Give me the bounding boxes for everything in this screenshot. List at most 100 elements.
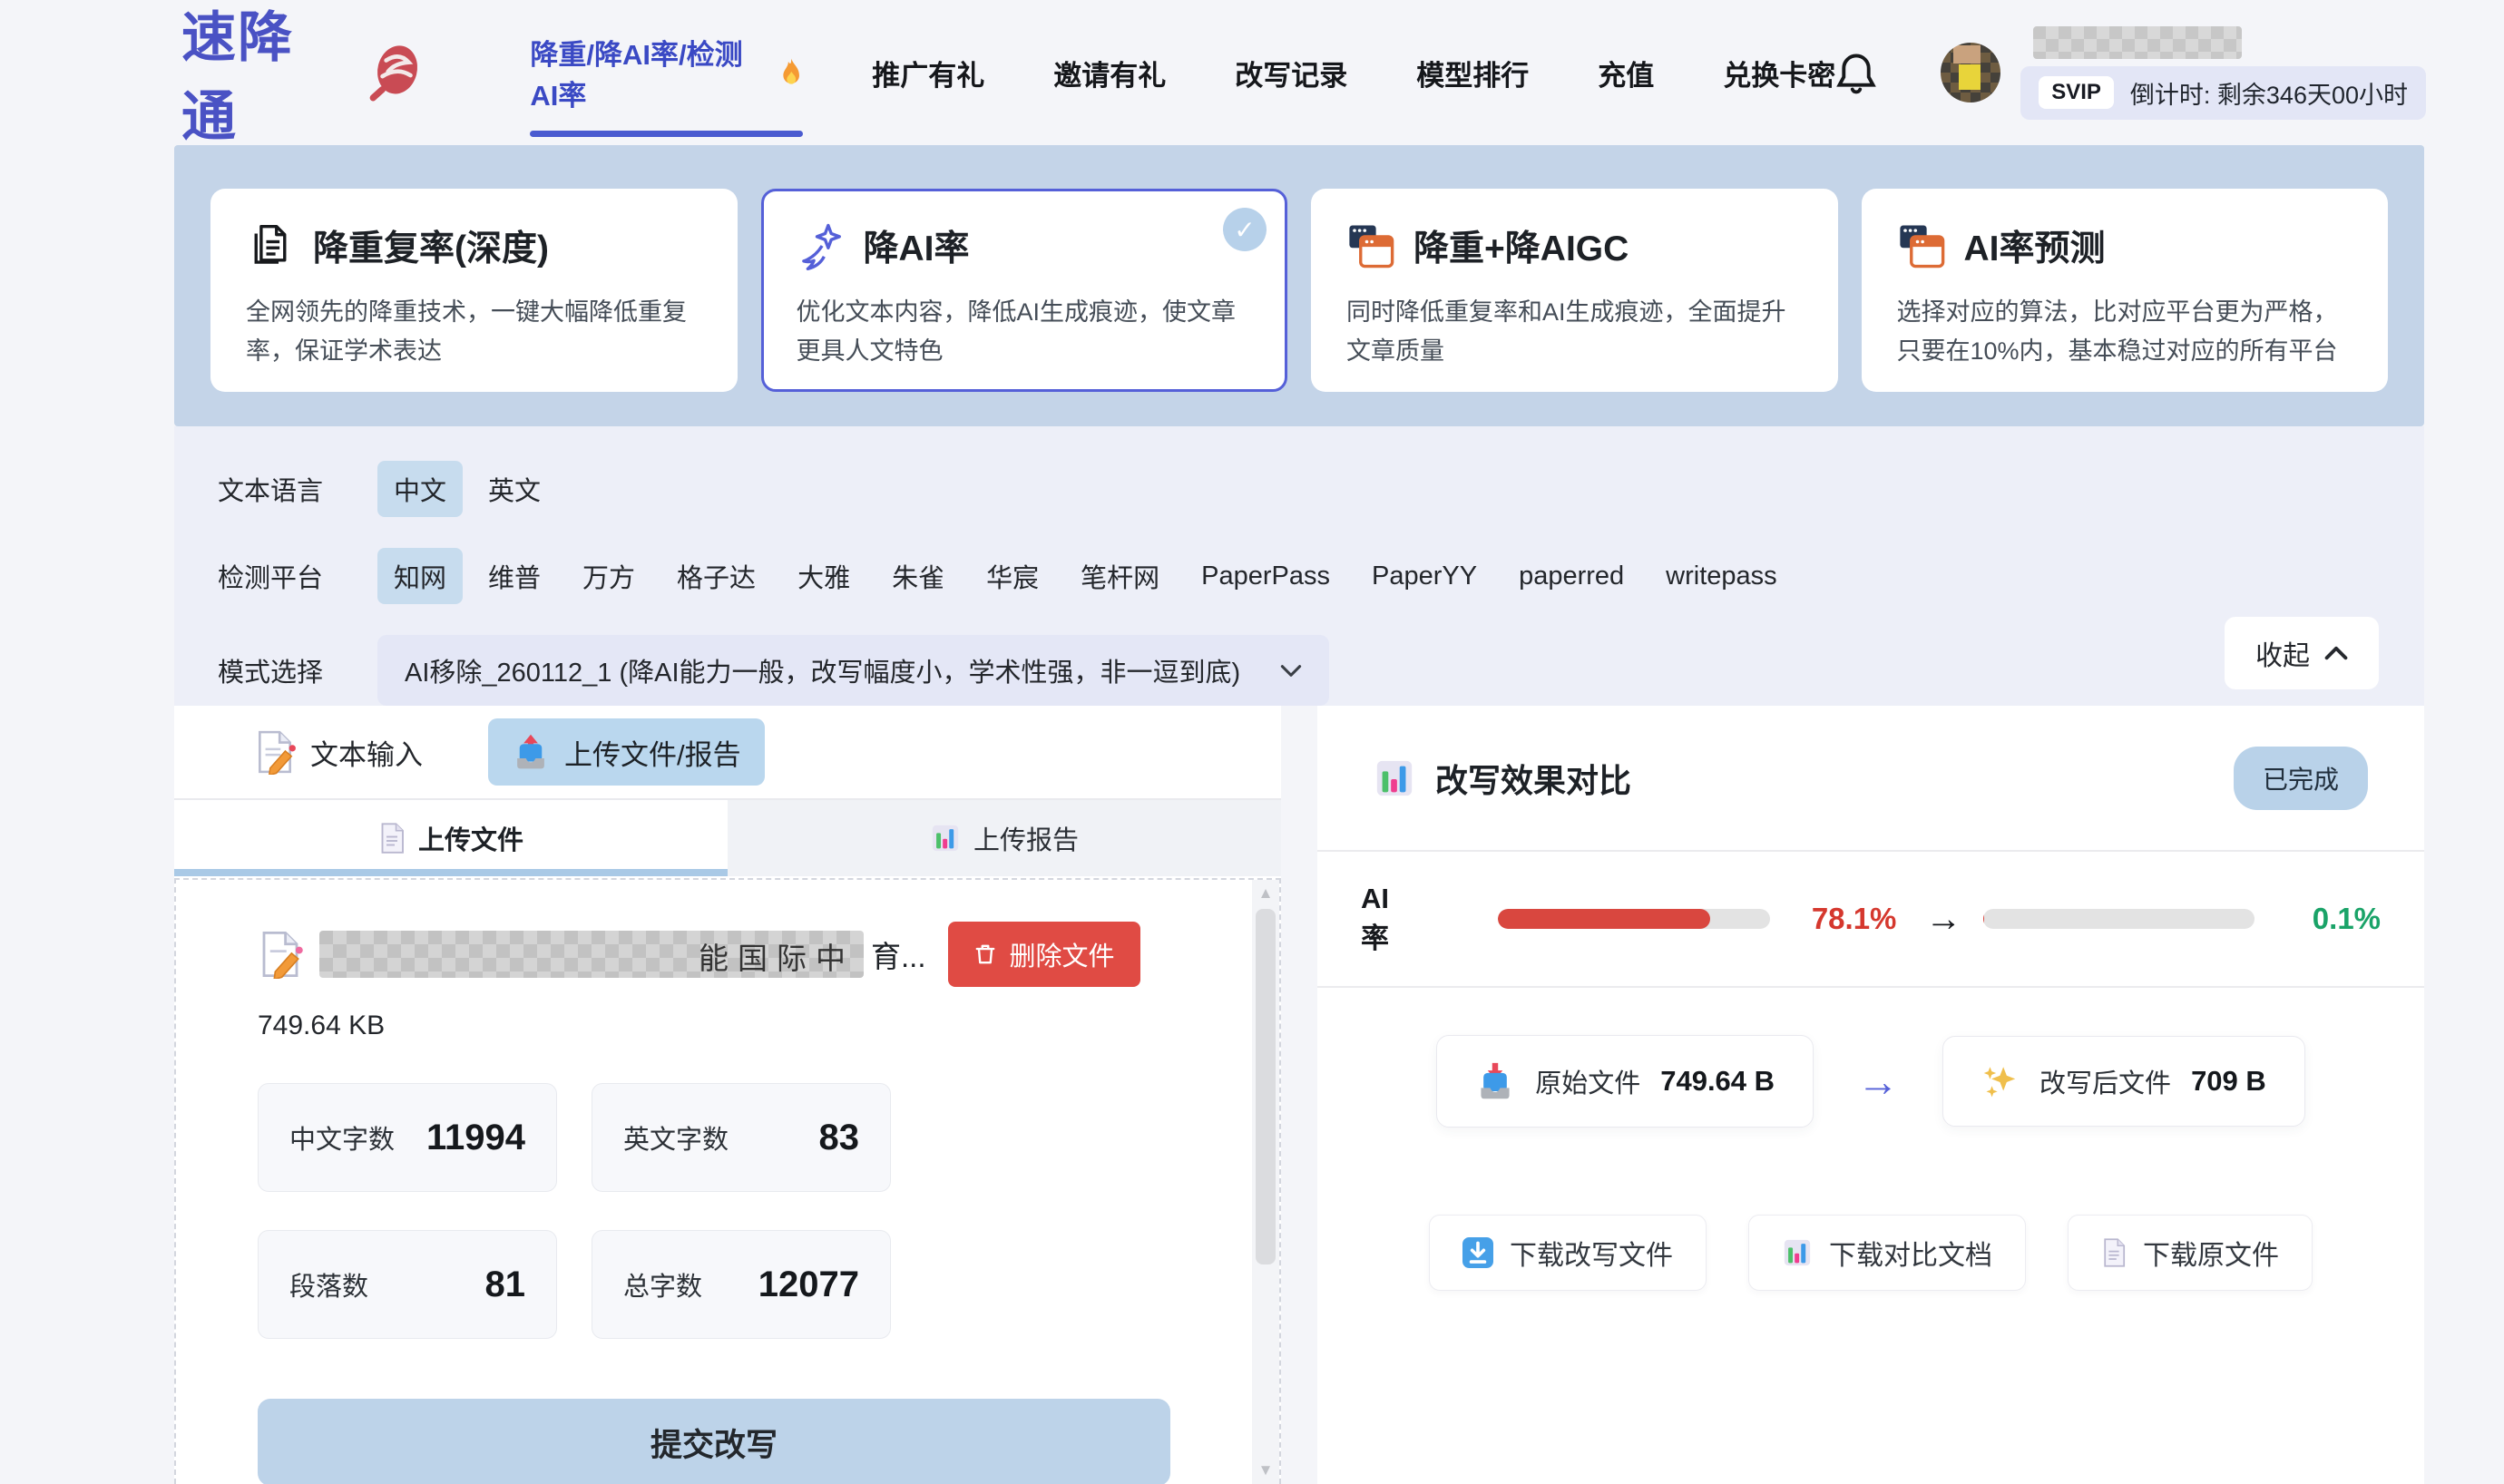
collapse-button[interactable]: 收起: [2225, 617, 2379, 689]
feature-cards-band: 降重复率(深度) 全网领先的降重技术，一键大幅降低重复率，保证学术表达 降AI率…: [174, 145, 2424, 426]
notification-bell-icon[interactable]: [1835, 50, 1877, 95]
download-original-button[interactable]: 下载原文件: [2068, 1215, 2313, 1291]
platform-chip-weipu[interactable]: 维普: [472, 548, 557, 604]
platform-row: 检测平台 知网 维普 万方 格子达 大雅 朱雀 华宸 笔杆网 PaperPass…: [218, 548, 2381, 604]
ai-rate-bar-after: [1983, 909, 2254, 929]
download-compare-button[interactable]: 下载对比文档: [1748, 1215, 2026, 1291]
platform-chip-bigan[interactable]: 笔杆网: [1064, 548, 1176, 604]
app-logo[interactable]: 速降通: [181, 0, 330, 151]
original-file-card[interactable]: 原始文件 749.64 B: [1436, 1035, 1814, 1128]
download-rewritten-button[interactable]: 下载改写文件: [1429, 1215, 1707, 1291]
filters-section: 文本语言 中文 英文 检测平台 知网 维普 万方 格子达 大雅 朱雀 华宸 笔杆…: [174, 426, 2424, 706]
card-desc: 优化文本内容，降低AI生成痕迹，使文章更具人文特色: [797, 293, 1253, 371]
nav-item-recharge[interactable]: 充值: [1598, 53, 1654, 93]
subtab-upload-file[interactable]: 上传文件: [174, 800, 728, 876]
input-mode-tabs: 文本输入 上传文件/报告: [174, 706, 1281, 800]
scroll-down-icon[interactable]: ▼: [1258, 1457, 1274, 1484]
compare-panel: 改写效果对比 已完成 AI率 78.1% → 0.1% 原始文件: [1317, 706, 2424, 1484]
card-title: AI率预测: [1964, 220, 2106, 271]
nav-item-ranking[interactable]: 模型排行: [1416, 53, 1529, 93]
subtab-upload-report[interactable]: 上传报告: [728, 800, 1281, 876]
platform-chip-daya[interactable]: 大雅: [781, 548, 866, 604]
status-badge-done: 已完成: [2234, 747, 2368, 810]
file-name-fragment: 能国际中: [699, 934, 855, 978]
compare-header: 改写效果对比 已完成: [1317, 706, 2424, 852]
language-chip-english[interactable]: 英文: [472, 461, 557, 517]
collapse-label: 收起: [2255, 633, 2310, 673]
top-nav: 速降通 降重/降AI率/检测AI率 推广有礼 邀请有礼 改写记录 模型排行 充值…: [0, 0, 2504, 145]
language-label: 文本语言: [218, 470, 377, 508]
sparkles-icon: [1981, 1062, 2020, 1100]
card-desc: 同时降低重复率和AI生成痕迹，全面提升文章质量: [1346, 293, 1803, 371]
file-name-suffix: 育...: [871, 932, 926, 976]
platform-chip-paperpass[interactable]: PaperPass: [1185, 552, 1346, 600]
file-name-redacted: 能国际中: [319, 931, 864, 978]
logo-swirl-icon: [367, 39, 423, 106]
feature-card-ai-rate-predict[interactable]: AI率预测 选择对应的算法，比对应平台更为严格，只要在10%内，基本稳过对应的所…: [1862, 189, 2389, 392]
card-head: AI率预测: [1897, 220, 2353, 271]
platform-chip-huachen[interactable]: 华宸: [970, 548, 1055, 604]
bar-chart-icon: [930, 823, 961, 854]
comet-icon: [797, 221, 846, 270]
tab-upload-label: 上传文件/报告: [564, 732, 741, 773]
feature-card-reduce-dup-and-aigc[interactable]: 降重+降AIGC 同时降低重复率和AI生成痕迹，全面提升文章质量: [1311, 189, 1838, 392]
arrow-right-icon: →: [1925, 899, 1961, 940]
fire-icon: [779, 55, 803, 90]
browser-window-icon: [1346, 221, 1395, 270]
delete-file-button[interactable]: 删除文件: [948, 922, 1140, 987]
rewritten-file-label: 改写后文件: [2039, 1062, 2171, 1100]
user-name-redacted: [2033, 26, 2242, 59]
platform-chip-wanfang[interactable]: 万方: [566, 548, 651, 604]
stat-label: 总字数: [623, 1265, 702, 1303]
card-title: 降重复率(深度): [313, 220, 549, 271]
file-size: 749.64 KB: [258, 1010, 1170, 1041]
svip-chip: SVIP: [2039, 76, 2114, 109]
card-head: 降重复率(深度): [246, 220, 702, 271]
language-chip-chinese[interactable]: 中文: [377, 461, 463, 517]
left-panel-scrollbar[interactable]: ▲ ▼: [1252, 880, 1279, 1484]
card-title: 降AI率: [864, 220, 970, 271]
tab-text-input[interactable]: 文本输入: [254, 729, 423, 775]
compare-title: 改写效果对比: [1435, 755, 1631, 802]
nav-tab-active[interactable]: 降重/降AI率/检测AI率: [530, 32, 803, 113]
nav-item-invite[interactable]: 邀请有礼: [1053, 53, 1166, 93]
stat-value: 11994: [426, 1118, 525, 1158]
inbox-download-icon: [1475, 1061, 1515, 1101]
ai-rate-row: AI率 78.1% → 0.1%: [1317, 852, 2424, 988]
rewritten-file-card[interactable]: 改写后文件 709 B: [1942, 1036, 2305, 1127]
platform-chip-zhuque[interactable]: 朱雀: [875, 548, 961, 604]
card-selected-check-icon: ✓: [1223, 208, 1267, 251]
stat-english-chars: 英文字数 83: [592, 1083, 891, 1192]
input-panel: 文本输入 上传文件/报告 上传文件: [174, 706, 1281, 1484]
nav-item-redeem[interactable]: 兑换卡密: [1723, 53, 1835, 93]
platform-chip-cnki[interactable]: 知网: [377, 548, 463, 604]
platform-chip-paperred[interactable]: paperred: [1502, 552, 1640, 600]
card-head: 降AI率: [797, 220, 1253, 271]
vip-countdown: 倒计时: 剩余346天00小时: [2130, 75, 2408, 111]
scroll-up-icon[interactable]: ▲: [1258, 880, 1274, 907]
nav-item-promo[interactable]: 推广有礼: [872, 53, 984, 93]
feature-card-reduce-duplication[interactable]: 降重复率(深度) 全网领先的降重技术，一键大幅降低重复率，保证学术表达: [210, 189, 738, 392]
tab-upload-file-report[interactable]: 上传文件/报告: [488, 718, 765, 786]
stat-chinese-chars: 中文字数 11994: [258, 1083, 557, 1192]
tab-text-input-label: 文本输入: [310, 732, 423, 773]
mode-select[interactable]: AI移除_260112_1 (降AI能力一般，改写幅度小，学术性强，非一逗到底): [377, 635, 1329, 706]
upload-tray-icon: [512, 731, 550, 773]
scrollbar-thumb[interactable]: [1256, 909, 1276, 1264]
user-avatar[interactable]: [1941, 43, 2000, 103]
stat-label: 英文字数: [623, 1118, 729, 1157]
platform-chip-gezida[interactable]: 格子达: [660, 548, 772, 604]
card-desc: 全网领先的降重技术，一键大幅降低重复率，保证学术表达: [246, 293, 702, 371]
card-head: 降重+降AIGC: [1346, 220, 1803, 271]
platform-chip-writepass[interactable]: writepass: [1649, 552, 1794, 600]
submit-rewrite-button[interactable]: 提交改写: [258, 1399, 1170, 1484]
download-compare-label: 下载对比文档: [1829, 1233, 1992, 1273]
platform-chip-paperyy[interactable]: PaperYY: [1355, 552, 1493, 600]
card-title: 降重+降AIGC: [1413, 220, 1629, 271]
browser-window-icon: [1897, 221, 1946, 270]
stat-value: 12077: [758, 1264, 859, 1305]
stat-label: 段落数: [289, 1265, 368, 1303]
chevron-down-icon: [1280, 664, 1302, 678]
nav-item-history[interactable]: 改写记录: [1235, 53, 1347, 93]
feature-card-reduce-ai-rate[interactable]: 降AI率 优化文本内容，降低AI生成痕迹，使文章更具人文特色 ✓: [761, 189, 1288, 392]
